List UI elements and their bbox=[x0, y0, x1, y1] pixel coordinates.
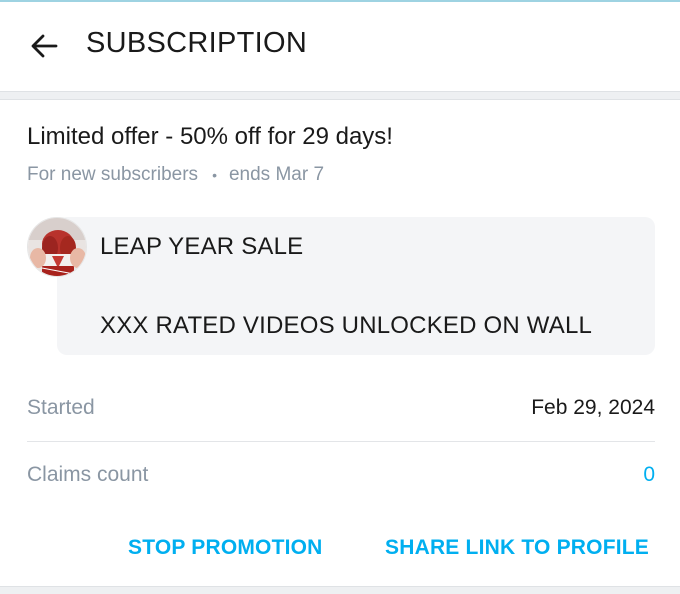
claims-count-label: Claims count bbox=[27, 463, 149, 486]
avatar[interactable] bbox=[27, 217, 87, 277]
row-divider bbox=[27, 441, 655, 442]
offer-title: Limited offer - 50% off for 29 days! bbox=[27, 123, 393, 150]
share-link-button[interactable]: SHARE LINK TO PROFILE bbox=[385, 536, 649, 560]
header-bar: SUBSCRIPTION bbox=[0, 2, 680, 90]
page-title: SUBSCRIPTION bbox=[86, 27, 308, 59]
claims-count-value[interactable]: 0 bbox=[643, 463, 655, 487]
section-divider bbox=[0, 91, 680, 100]
offer-ends: ends Mar 7 bbox=[228, 164, 325, 185]
arrow-left-icon bbox=[29, 31, 59, 66]
offer-audience: For new subscribers bbox=[27, 164, 199, 185]
offer-meta: For new subscribers • ends Mar 7 bbox=[27, 164, 324, 186]
back-button[interactable] bbox=[26, 30, 62, 66]
bottom-divider bbox=[0, 586, 680, 594]
stop-promotion-button[interactable]: STOP PROMOTION bbox=[128, 536, 323, 560]
message-line-1: LEAP YEAR SALE bbox=[100, 233, 304, 260]
subscription-screen: SUBSCRIPTION Limited offer - 50% off for… bbox=[0, 0, 680, 594]
message-line-2: XXX RATED VIDEOS UNLOCKED ON WALL bbox=[100, 312, 593, 339]
meta-separator: • bbox=[212, 167, 217, 183]
started-label: Started bbox=[27, 396, 95, 419]
started-value: Feb 29, 2024 bbox=[531, 396, 655, 419]
